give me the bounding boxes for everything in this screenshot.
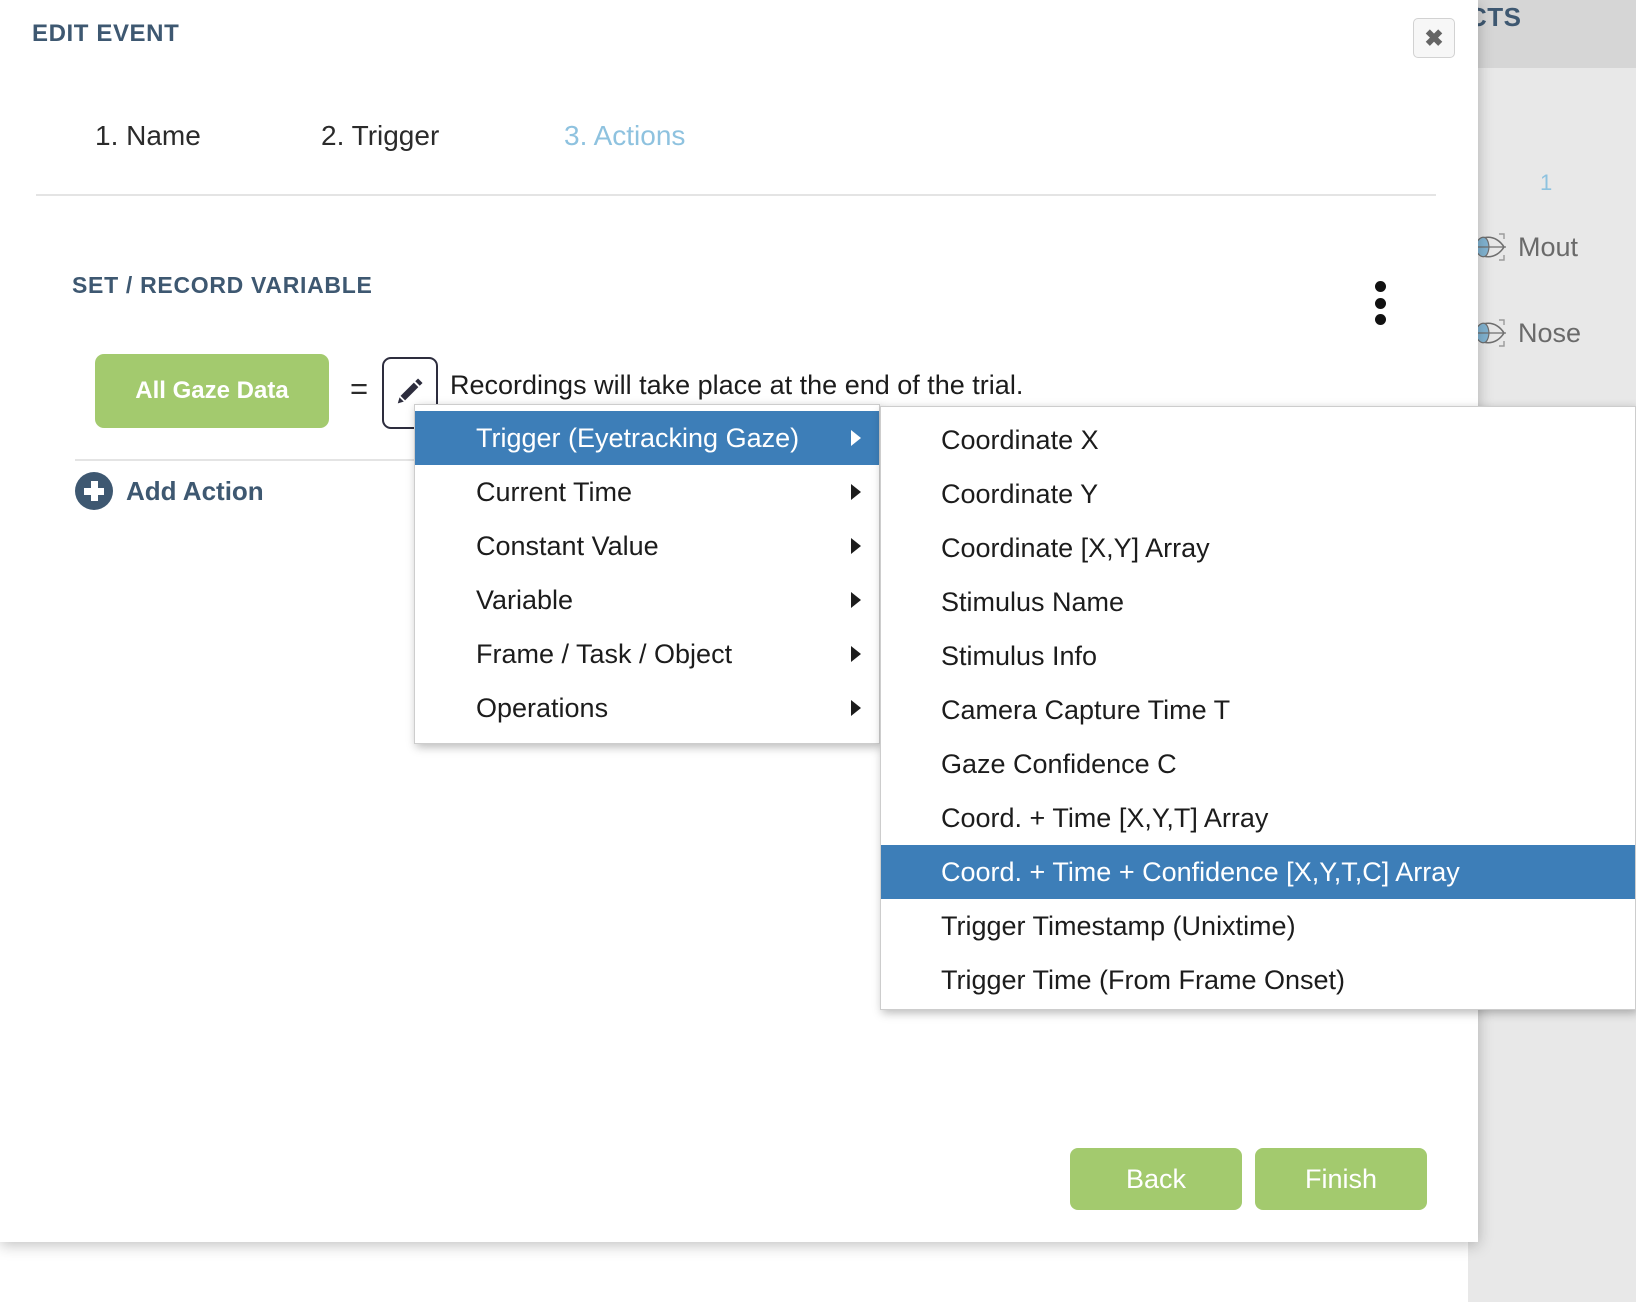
background-panel-count: 1 <box>1540 170 1553 195</box>
aoi-list-item-label: Nose <box>1518 317 1582 348</box>
submenu-item-label: Trigger Time (From Frame Onset) <box>941 964 1346 995</box>
variable-chip-label: All Gaze Data <box>135 377 289 404</box>
context-menu-level2: Coordinate X Coordinate Y Coordinate [X,… <box>880 406 1636 1010</box>
submenu-item-coordinate-xy-array[interactable]: Coordinate [X,Y] Array <box>881 521 1635 575</box>
submenu-item-stimulus-info[interactable]: Stimulus Info <box>881 629 1635 683</box>
menu-item-label: Constant Value <box>476 530 659 561</box>
finish-button[interactable]: Finish <box>1255 1148 1427 1210</box>
submenu-item-coordinate-y[interactable]: Coordinate Y <box>881 467 1635 521</box>
chevron-right-icon <box>851 430 861 446</box>
modal-footer: Back Finish <box>1070 1148 1427 1210</box>
submenu-item-label: Trigger Timestamp (Unixtime) <box>941 910 1296 941</box>
plus-circle-icon <box>75 472 113 510</box>
submenu-item-coordinate-x[interactable]: Coordinate X <box>881 413 1635 467</box>
menu-item-label: Frame / Task / Object <box>476 638 733 669</box>
menu-item-frame-task-object[interactable]: Frame / Task / Object <box>415 627 879 681</box>
submenu-item-label: Coord. + Time [X,Y,T] Array <box>941 802 1269 833</box>
submenu-item-coord-time-confidence-array[interactable]: Coord. + Time + Confidence [X,Y,T,C] Arr… <box>881 845 1635 899</box>
submenu-item-coord-time-array[interactable]: Coord. + Time [X,Y,T] Array <box>881 791 1635 845</box>
aoi-list-item-nose[interactable]: Nose <box>1468 316 1581 350</box>
menu-item-current-time[interactable]: Current Time <box>415 465 879 519</box>
chevron-right-icon <box>851 538 861 554</box>
submenu-item-trigger-time-from-frame-onset[interactable]: Trigger Time (From Frame Onset) <box>881 953 1635 1007</box>
menu-item-variable[interactable]: Variable <box>415 573 879 627</box>
page-title: EDIT EVENT <box>32 20 180 47</box>
screen-root: CTS 1 Mout Nose EDIT EVENT ✖ 1. Name 2. … <box>0 0 1636 1302</box>
submenu-item-label: Stimulus Name <box>941 586 1125 617</box>
steps-divider <box>36 194 1436 196</box>
chevron-right-icon <box>851 700 861 716</box>
aoi-list-item-mouth[interactable]: Mout <box>1468 230 1578 264</box>
menu-item-label: Variable <box>476 584 574 615</box>
chevron-right-icon <box>851 592 861 608</box>
back-button[interactable]: Back <box>1070 1148 1242 1210</box>
submenu-item-label: Coord. + Time + Confidence [X,Y,T,C] Arr… <box>941 856 1460 887</box>
action-description: Recordings will take place at the end of… <box>450 370 1024 400</box>
close-button[interactable]: ✖ <box>1413 18 1455 58</box>
aoi-list-item-label: Mout <box>1518 231 1579 262</box>
section-heading: SET / RECORD VARIABLE <box>72 272 373 298</box>
chevron-right-icon <box>851 484 861 500</box>
equals-sign: = <box>350 371 369 406</box>
menu-item-constant-value[interactable]: Constant Value <box>415 519 879 573</box>
submenu-item-label: Stimulus Info <box>941 640 1098 671</box>
tab-name[interactable]: 1. Name <box>95 120 201 152</box>
submenu-item-label: Coordinate Y <box>941 478 1099 509</box>
add-action-button[interactable]: Add Action <box>75 472 264 510</box>
tab-actions[interactable]: 3. Actions <box>564 120 685 152</box>
menu-item-trigger-eyetracking-gaze[interactable]: Trigger (Eyetracking Gaze) <box>415 411 879 465</box>
submenu-item-label: Gaze Confidence C <box>941 748 1177 779</box>
chevron-right-icon <box>851 646 861 662</box>
submenu-item-camera-capture-time[interactable]: Camera Capture Time T <box>881 683 1635 737</box>
variable-chip[interactable]: All Gaze Data <box>95 354 329 428</box>
menu-item-label: Current Time <box>476 476 633 507</box>
menu-item-label: Operations <box>476 692 609 723</box>
submenu-item-trigger-timestamp-unixtime[interactable]: Trigger Timestamp (Unixtime) <box>881 899 1635 953</box>
context-menu-level1: Trigger (Eyetracking Gaze) Current Time … <box>414 404 880 744</box>
submenu-item-label: Camera Capture Time T <box>941 694 1231 725</box>
submenu-item-label: Coordinate X <box>941 424 1099 455</box>
close-icon: ✖ <box>1424 24 1444 51</box>
menu-item-label: Trigger (Eyetracking Gaze) <box>476 422 800 453</box>
menu-item-operations[interactable]: Operations <box>415 681 879 735</box>
add-action-label: Add Action <box>126 475 264 506</box>
tab-trigger[interactable]: 2. Trigger <box>321 120 439 152</box>
submenu-item-gaze-confidence[interactable]: Gaze Confidence C <box>881 737 1635 791</box>
submenu-item-label: Coordinate [X,Y] Array <box>941 532 1210 563</box>
submenu-item-stimulus-name[interactable]: Stimulus Name <box>881 575 1635 629</box>
vertical-dots-icon[interactable] <box>1372 281 1388 325</box>
